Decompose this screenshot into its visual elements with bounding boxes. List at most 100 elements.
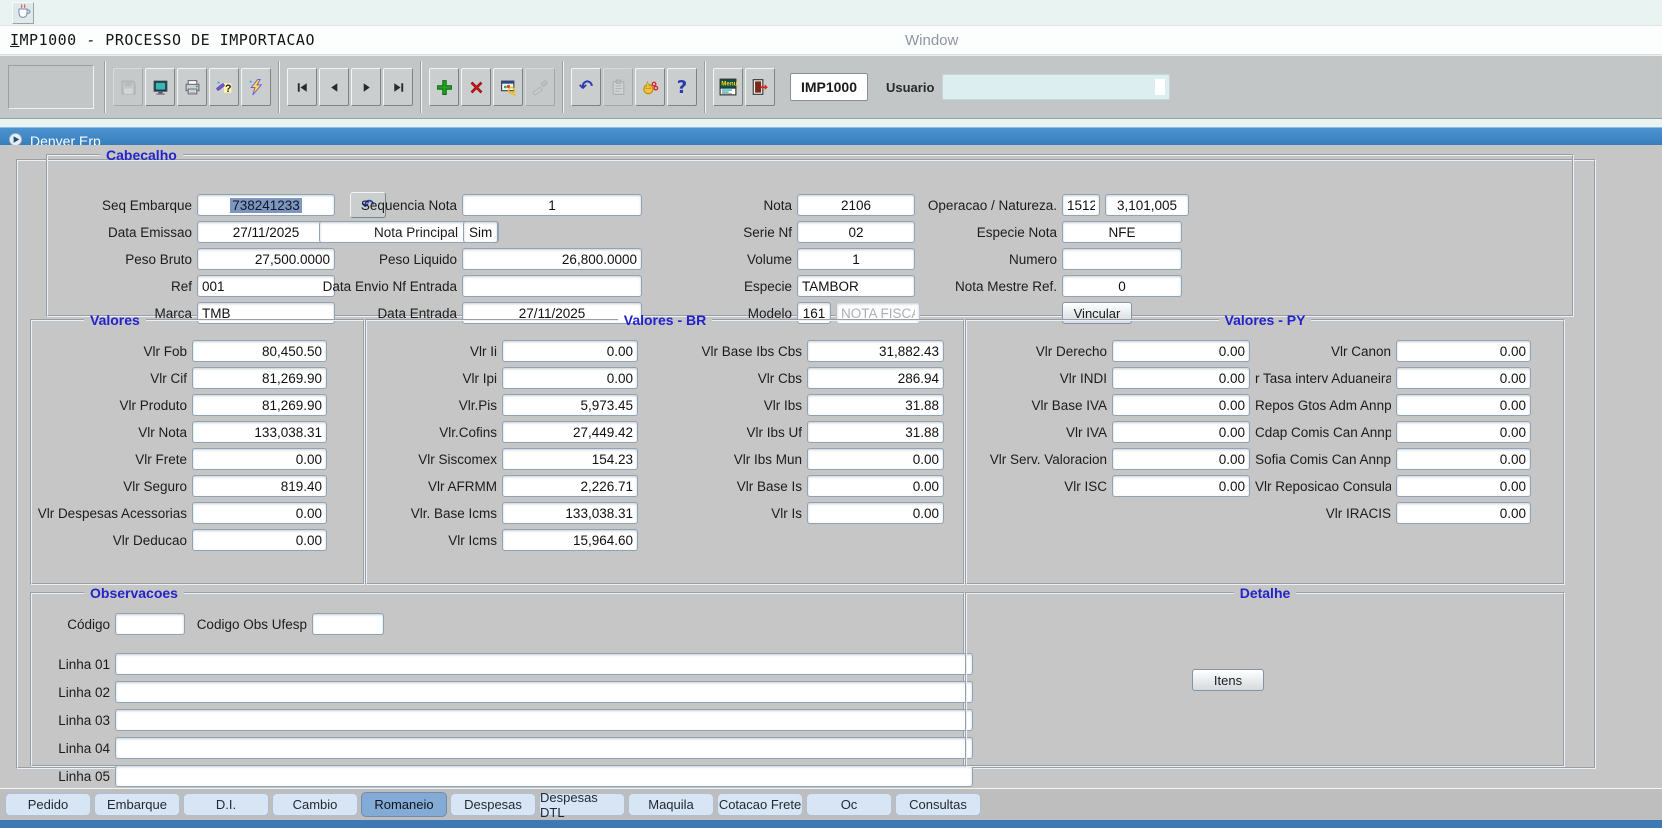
execute-lightning-button[interactable] bbox=[241, 68, 271, 106]
field-input-vlr-ibs-uf[interactable] bbox=[807, 421, 944, 443]
first-record-button[interactable] bbox=[287, 68, 317, 106]
tab-consultas[interactable]: Consultas bbox=[895, 793, 981, 816]
field-input-vlr-ibs[interactable] bbox=[807, 394, 944, 416]
field-input-vlr-deducao[interactable] bbox=[192, 529, 327, 551]
field-input-especie-nota[interactable] bbox=[1062, 221, 1182, 243]
field-input-vlr-canon[interactable] bbox=[1396, 340, 1531, 362]
field-input-c-digo[interactable] bbox=[115, 613, 185, 635]
field-input-vlr-indi[interactable] bbox=[1112, 367, 1250, 389]
tab-romaneio[interactable]: Romaneio bbox=[361, 792, 447, 817]
paste-button[interactable] bbox=[603, 68, 633, 106]
tab-despesas-dtl[interactable]: Despesas DTL bbox=[539, 793, 625, 816]
field-input-nota-mestre-ref[interactable] bbox=[1062, 275, 1182, 297]
commit-button[interactable] bbox=[635, 68, 665, 106]
field-input-volume[interactable] bbox=[797, 248, 915, 270]
field-input-vlr-produto[interactable] bbox=[192, 394, 327, 416]
tab-d-i[interactable]: D.I. bbox=[183, 793, 269, 816]
tab-cotacao-frete[interactable]: Cotacao Frete bbox=[717, 793, 803, 816]
field-input-serie-nf[interactable] bbox=[797, 221, 915, 243]
field-input-sofia-comis-can-annp[interactable] bbox=[1396, 448, 1531, 470]
field-input-linha-02[interactable] bbox=[115, 681, 973, 703]
menu-item-window[interactable]: Window bbox=[905, 32, 958, 49]
itens-button[interactable]: Itens bbox=[1192, 669, 1264, 691]
field-input-vlr-iracis[interactable] bbox=[1396, 502, 1531, 524]
field-input-vlr-cif[interactable] bbox=[192, 367, 327, 389]
field-input-vlr-cofins[interactable] bbox=[502, 421, 638, 443]
field-input-linha-01[interactable] bbox=[115, 653, 973, 675]
undo-button[interactable]: ↶ bbox=[571, 68, 601, 106]
field-input-vlr-isc[interactable] bbox=[1112, 475, 1250, 497]
field-input-seq-embarque[interactable]: 738241233 bbox=[197, 194, 335, 216]
form-canvas: Cabecalho Seq Embarque738241233↶Data Emi… bbox=[0, 145, 1662, 788]
field-input-data-emissao[interactable] bbox=[197, 221, 335, 243]
field-input-sequencia-nota[interactable] bbox=[462, 194, 642, 216]
tab-oc[interactable]: Oc bbox=[806, 793, 892, 816]
field-input-vlr-base-icms[interactable] bbox=[502, 502, 638, 524]
field-input-vlr-iva[interactable] bbox=[1112, 421, 1250, 443]
chevron-down-icon[interactable]: ▼ bbox=[497, 222, 498, 242]
menu-button[interactable]: Menu bbox=[713, 68, 743, 106]
field-input-vlr-ibs-mun[interactable] bbox=[807, 448, 944, 470]
field-input-vlr-pis[interactable] bbox=[502, 394, 638, 416]
field-input-r-tasa-interv-aduaneira[interactable] bbox=[1396, 367, 1531, 389]
field-input-codigo-obs-ufesp[interactable] bbox=[312, 613, 384, 635]
tab-pedido[interactable]: Pedido bbox=[5, 793, 91, 816]
field-input-especie[interactable] bbox=[797, 275, 915, 297]
field-input-vlr-despesas-acessorias[interactable] bbox=[192, 502, 327, 524]
field-input-vlr-cbs[interactable] bbox=[807, 367, 944, 389]
field-input-vlr-nota[interactable] bbox=[192, 421, 327, 443]
field-input-peso-liquido[interactable] bbox=[462, 248, 642, 270]
tab-cambio[interactable]: Cambio bbox=[272, 793, 358, 816]
field-input-ref[interactable] bbox=[197, 275, 335, 297]
field-input-operacao-natureza[interactable] bbox=[1105, 194, 1189, 216]
print-button[interactable] bbox=[177, 68, 207, 106]
save-button[interactable] bbox=[113, 68, 143, 106]
field-label-vlr-ibs: Vlr Ibs bbox=[685, 398, 802, 413]
field-input-linha-04[interactable] bbox=[115, 737, 973, 759]
tab-despesas[interactable]: Despesas bbox=[450, 793, 536, 816]
field-input-vlr-is[interactable] bbox=[807, 502, 944, 524]
help-button[interactable]: ? bbox=[667, 68, 697, 106]
dropdown-nota-principal[interactable]: Sim▼ bbox=[463, 221, 498, 243]
field-input-nota[interactable] bbox=[797, 194, 915, 216]
field-input-vlr-afrmm[interactable] bbox=[502, 475, 638, 497]
java-app-button[interactable] bbox=[12, 2, 34, 24]
form-field: Vlr Ibs Uf bbox=[685, 421, 944, 443]
tab-maquila[interactable]: Maquila bbox=[628, 793, 714, 816]
field-input-vlr-derecho[interactable] bbox=[1112, 340, 1250, 362]
field-input-vlr-fob[interactable] bbox=[192, 340, 327, 362]
field-input-peso-bruto[interactable] bbox=[197, 248, 335, 270]
delete-record-button[interactable] bbox=[461, 68, 491, 106]
usuario-label: Usuario bbox=[886, 80, 934, 95]
query-button[interactable] bbox=[493, 68, 523, 106]
tab-embarque[interactable]: Embarque bbox=[94, 793, 180, 816]
exit-button[interactable] bbox=[745, 68, 775, 106]
field-input-vlr-serv-valoracion[interactable] bbox=[1112, 448, 1250, 470]
clear-record-button[interactable] bbox=[525, 68, 555, 106]
field-input-cdap-comis-can-annp[interactable] bbox=[1396, 421, 1531, 443]
field-input-linha-03[interactable] bbox=[115, 709, 973, 731]
field-input-vlr-frete[interactable] bbox=[192, 448, 327, 470]
field-input-vlr-ii[interactable] bbox=[502, 340, 638, 362]
last-record-button[interactable] bbox=[383, 68, 413, 106]
next-record-button[interactable] bbox=[351, 68, 381, 106]
insert-record-button[interactable] bbox=[429, 68, 459, 106]
field-input-repos-gtos-adm-annp[interactable] bbox=[1396, 394, 1531, 416]
field-input-numero[interactable] bbox=[1062, 248, 1182, 270]
x-icon bbox=[468, 79, 485, 96]
field-input-operacao-natureza[interactable] bbox=[1062, 194, 1100, 216]
field-input-linha-05[interactable] bbox=[115, 765, 973, 787]
field-input-data-envio-nf-entrada[interactable] bbox=[462, 275, 642, 297]
field-input-vlr-base-ibs-cbs[interactable] bbox=[807, 340, 944, 362]
field-input-vlr-ipi[interactable] bbox=[502, 367, 638, 389]
context-help-button[interactable]: ? bbox=[209, 68, 239, 106]
previous-record-button[interactable] bbox=[319, 68, 349, 106]
field-input-vlr-seguro[interactable] bbox=[192, 475, 327, 497]
usuario-field[interactable] bbox=[942, 74, 1170, 100]
field-input-vlr-base-is[interactable] bbox=[807, 475, 944, 497]
field-input-vlr-siscomex[interactable] bbox=[502, 448, 638, 470]
field-input-vlr-base-iva[interactable] bbox=[1112, 394, 1250, 416]
field-input-vlr-reposicao-consular[interactable] bbox=[1396, 475, 1531, 497]
screen-button[interactable] bbox=[145, 68, 175, 106]
field-input-vlr-icms[interactable] bbox=[502, 529, 638, 551]
